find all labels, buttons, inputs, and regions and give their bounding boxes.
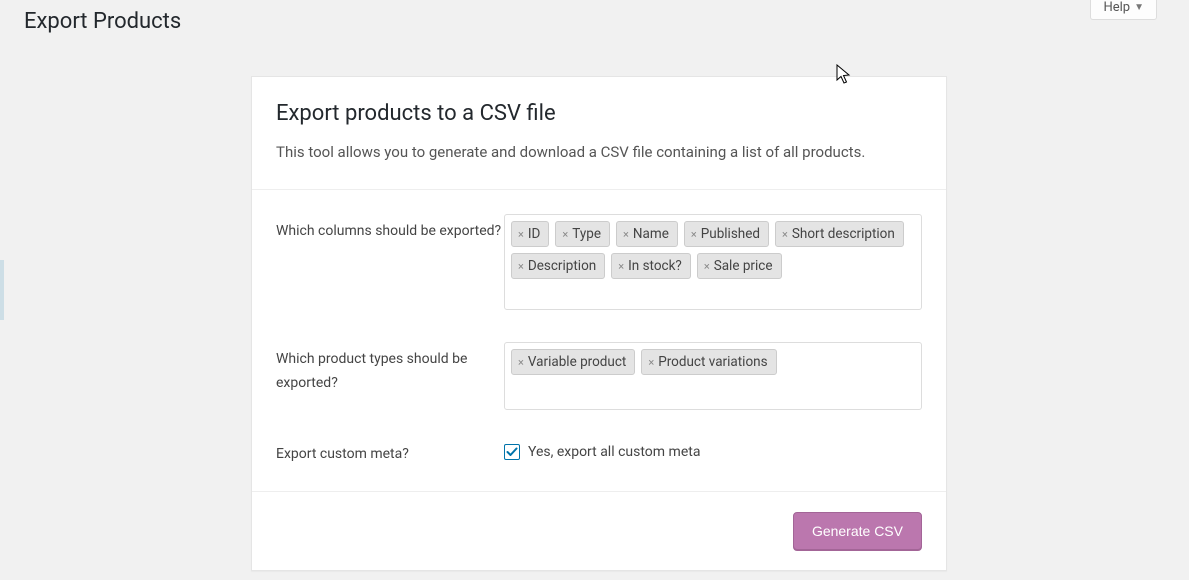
card-title: Export products to a CSV file — [276, 101, 922, 126]
column-tag-label: Type — [572, 226, 601, 242]
column-tag-label: Published — [701, 226, 760, 242]
type-tag-label: Variable product — [528, 354, 626, 370]
column-tag: × Description — [511, 253, 605, 279]
export-card: Export products to a CSV file This tool … — [251, 76, 947, 571]
columns-select[interactable]: × ID × Type × Name × Published × Short descriptio… — [504, 214, 922, 310]
column-tag-label: Name — [633, 226, 669, 242]
column-tag-label: In stock? — [628, 258, 682, 274]
page-header: Export Products Help ▼ — [0, 0, 1189, 37]
type-tag-label: Product variations — [658, 354, 767, 370]
meta-checkbox-label: Yes, export all custom meta — [528, 444, 700, 460]
remove-tag-icon[interactable]: × — [562, 229, 568, 240]
card-description: This tool allows you to generate and dow… — [276, 142, 922, 163]
remove-tag-icon[interactable]: × — [623, 229, 629, 240]
remove-tag-icon[interactable]: × — [518, 229, 524, 240]
chevron-down-icon: ▼ — [1134, 2, 1144, 13]
column-tag: × Short description — [775, 221, 904, 247]
admin-sidebar-edge — [0, 260, 4, 320]
column-tag: × Name — [616, 221, 678, 247]
meta-label: Export custom meta? — [276, 442, 504, 467]
column-tag-label: Description — [528, 258, 596, 274]
type-tag: × Product variations — [641, 349, 776, 375]
row-columns: Which columns should be exported? × ID × Ty… — [276, 214, 922, 310]
row-meta: Export custom meta? Yes, export all cust… — [276, 442, 922, 467]
column-tag: × Type — [555, 221, 610, 247]
card-header: Export products to a CSV file This tool … — [252, 77, 946, 190]
remove-tag-icon[interactable]: × — [648, 357, 654, 368]
columns-label: Which columns should be exported? — [276, 214, 504, 244]
column-tag-label: Short description — [792, 226, 895, 242]
column-tag: × ID — [511, 221, 549, 247]
remove-tag-icon[interactable]: × — [704, 261, 710, 272]
types-select[interactable]: × Variable product × Product variations — [504, 342, 922, 410]
generate-csv-button[interactable]: Generate CSV — [793, 512, 922, 550]
type-tag: × Variable product — [511, 349, 635, 375]
help-label: Help — [1103, 0, 1130, 15]
check-icon — [506, 446, 518, 458]
types-label: Which product types should be exported? — [276, 342, 504, 396]
form-section: Which columns should be exported? × ID × Ty… — [252, 190, 946, 492]
remove-tag-icon[interactable]: × — [691, 229, 697, 240]
column-tag-label: Sale price — [714, 258, 773, 274]
column-tag: × Published — [684, 221, 769, 247]
remove-tag-icon[interactable]: × — [618, 261, 624, 272]
column-tag: × Sale price — [697, 253, 782, 279]
card-footer: Generate CSV — [252, 492, 946, 570]
column-tag-label: ID — [528, 226, 541, 242]
help-tab[interactable]: Help ▼ — [1090, 0, 1157, 20]
page-title: Export Products — [24, 8, 181, 37]
row-types: Which product types should be exported? … — [276, 342, 922, 410]
meta-checkbox[interactable] — [504, 444, 520, 460]
remove-tag-icon[interactable]: × — [518, 261, 524, 272]
column-tag: × In stock? — [611, 253, 691, 279]
remove-tag-icon[interactable]: × — [782, 229, 788, 240]
remove-tag-icon[interactable]: × — [518, 357, 524, 368]
